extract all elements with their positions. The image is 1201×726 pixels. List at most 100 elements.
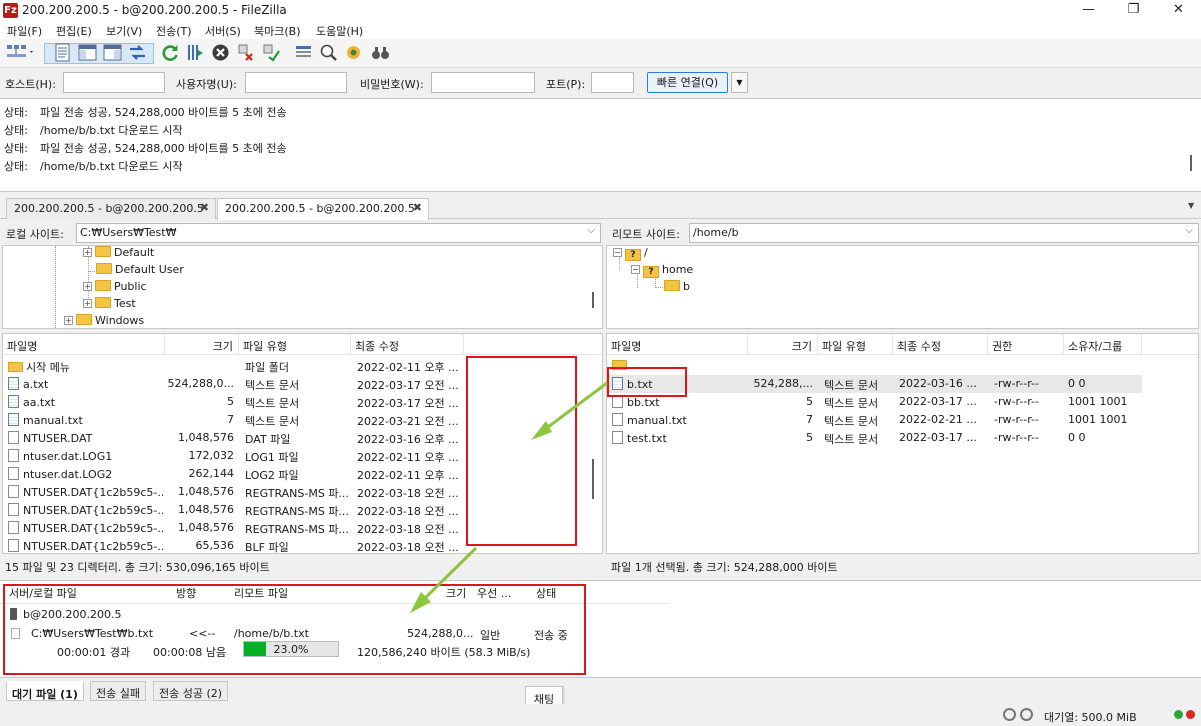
expand-icon[interactable]: + xyxy=(83,248,92,257)
tree-node[interactable]: + Windows xyxy=(64,314,144,328)
table-row-selected[interactable]: b.txt 524,288,... 텍스트 문서 2022-03-16 ... -rw-… xyxy=(607,375,1142,393)
file-icon xyxy=(8,449,19,462)
table-row[interactable]: manual.txt 7 텍스트 문서 2022-02-21 ... -rw-r--r-… xyxy=(607,411,1142,429)
file-list-scrollbar[interactable] xyxy=(592,459,594,499)
sync-browse-icon[interactable] xyxy=(343,42,364,63)
file-size: 524,288,0... xyxy=(167,377,234,390)
file-size: 1,048,576 xyxy=(178,521,234,534)
table-row[interactable]: ntuser.dat.LOG1 172,032 LOG1 파일 2022-02-11 … xyxy=(3,447,464,465)
table-row[interactable]: NTUSER.DAT{1c2b59c5-... 1,048,576 REGTRANS… xyxy=(3,483,464,501)
tree-node[interactable]: + Public xyxy=(83,280,147,296)
disconnect-icon[interactable] xyxy=(235,42,256,63)
minimize-button[interactable]: — xyxy=(1066,0,1111,21)
process-queue-icon[interactable] xyxy=(185,42,206,63)
table-row[interactable]: 시작 메뉴 파일 폴더 2022-02-11 오후 ... xyxy=(3,357,464,375)
password-input[interactable] xyxy=(431,72,535,93)
remote-directory-tree[interactable]: −? / −? home b xyxy=(606,245,1199,329)
reconnect-icon[interactable] xyxy=(260,42,281,63)
maximize-button[interactable]: ❐ xyxy=(1111,0,1156,21)
remote-path-input[interactable]: /home/b ⌵ xyxy=(689,223,1199,243)
local-directory-tree[interactable]: + Default Default User + Public + Test + Win… xyxy=(2,245,603,329)
speed-limit-icon[interactable] xyxy=(1020,708,1033,721)
tab-close-icon[interactable]: ✖ xyxy=(413,201,422,214)
tree-node[interactable]: b xyxy=(664,280,690,296)
table-row[interactable]: NTUSER.DAT{1c2b59c5-... 1,048,576 REGTRANS… xyxy=(3,501,464,519)
table-row[interactable]: a.txt 524,288,0... 텍스트 문서 2022-03-17 오전 ... xyxy=(3,375,464,393)
transfer-queue-icon[interactable] xyxy=(127,42,148,63)
table-row[interactable]: NTUSER.DAT{1c2b59c5-... 65,536 BLF 파일 2022-… xyxy=(3,537,464,553)
file-type: 텍스트 문서 xyxy=(824,397,879,410)
chevron-down-icon[interactable]: ⌵ xyxy=(1185,225,1193,236)
file-type: 텍스트 문서 xyxy=(245,397,300,410)
remote-tree-icon[interactable] xyxy=(102,42,123,63)
table-row[interactable] xyxy=(607,357,1142,375)
menu-bookmarks[interactable]: 북마크(B) xyxy=(254,23,301,39)
column-permissions[interactable]: 권한 xyxy=(988,334,1064,355)
table-row[interactable]: NTUSER.DAT{1c2b59c5-... 1,048,576 REGTRANS… xyxy=(3,519,464,537)
tree-node[interactable]: −? / xyxy=(613,246,648,262)
collapse-icon[interactable]: − xyxy=(613,248,622,257)
quickconnect-button[interactable]: 빠른 연결(Q) xyxy=(647,72,728,93)
refresh-icon[interactable] xyxy=(160,42,181,63)
tree-node[interactable]: Default User xyxy=(96,263,184,279)
local-tree-icon[interactable] xyxy=(77,42,98,63)
settings-gear-icon[interactable] xyxy=(1003,708,1016,721)
port-input[interactable] xyxy=(591,72,634,93)
table-row[interactable]: test.txt 5 텍스트 문서 2022-03-17 ... -rw-r--r-- 0… xyxy=(607,429,1142,447)
column-size[interactable]: 크기 xyxy=(748,334,818,355)
table-row[interactable]: bb.txt 5 텍스트 문서 2022-03-17 ... -rw-r--r-- 100… xyxy=(607,393,1142,411)
file-name: 시작 메뉴 xyxy=(26,361,70,374)
column-owner-group[interactable]: 소유자/그룹 xyxy=(1064,334,1142,355)
expand-icon[interactable]: + xyxy=(83,282,92,291)
file-type: REGTRANS-MS 파... xyxy=(245,487,349,500)
tree-node[interactable]: −? home xyxy=(631,263,693,279)
search-icon[interactable] xyxy=(370,42,391,63)
log-scrollbar[interactable] xyxy=(1190,155,1192,171)
tab-successful-transfers[interactable]: 전송 성공 (2) xyxy=(153,681,229,701)
cancel-icon[interactable] xyxy=(210,42,231,63)
chevron-down-icon[interactable]: ⌵ xyxy=(587,225,595,236)
menu-view[interactable]: 보기(V) xyxy=(106,23,142,39)
tab-list-dropdown-icon[interactable]: ▼ xyxy=(1188,201,1194,210)
username-input[interactable] xyxy=(245,72,347,93)
site-manager-icon[interactable] xyxy=(5,42,35,63)
column-filetype[interactable]: 파일 유형 xyxy=(239,334,351,355)
file-name: NTUSER.DAT{1c2b59c5-... xyxy=(23,486,163,499)
text-file-icon xyxy=(8,395,19,408)
file-type: 텍스트 문서 xyxy=(245,415,300,428)
connection-tab[interactable]: 200.200.200.5 - b@200.200.200.5 ✖ xyxy=(6,198,216,219)
table-row[interactable]: ntuser.dat.LOG2 262,144 LOG2 파일 2022-02-11 … xyxy=(3,465,464,483)
quickconnect-history-dropdown[interactable]: ▼ xyxy=(731,72,748,93)
message-log[interactable]: 상태: 파일 전송 성공, 524,288,000 바이트를 5 초에 전송 상태… xyxy=(0,98,1201,192)
table-row[interactable]: NTUSER.DAT 1,048,576 DAT 파일 2022-03-16 오후 .… xyxy=(3,429,464,447)
local-path-input[interactable]: C:₩Users₩Test₩ ⌵ xyxy=(76,223,601,243)
remote-file-list[interactable]: 파일명 크기 파일 유형 최종 수정 권한 소유자/그룹 ^ b.txt 524,… xyxy=(606,333,1199,554)
tree-node[interactable]: + Default xyxy=(83,246,154,262)
menu-edit[interactable]: 편집(E) xyxy=(56,23,92,39)
connection-tab-active[interactable]: 200.200.200.5 - b@200.200.200.5 ✖ xyxy=(217,198,429,220)
column-size[interactable]: 크기 xyxy=(165,334,239,355)
table-row[interactable]: manual.txt 7 텍스트 문서 2022-03-21 오전 ... xyxy=(3,411,464,429)
expand-icon[interactable]: + xyxy=(64,316,73,325)
tab-failed-transfers[interactable]: 전송 실패 xyxy=(90,681,146,701)
menu-transfer[interactable]: 전송(T) xyxy=(156,23,192,39)
table-row[interactable]: aa.txt 5 텍스트 문서 2022-03-17 오전 ... xyxy=(3,393,464,411)
column-filetype[interactable]: 파일 유형 xyxy=(818,334,893,355)
compare-icon[interactable] xyxy=(318,42,339,63)
column-modified[interactable]: 최종 수정 xyxy=(893,334,988,355)
tree-scrollbar[interactable] xyxy=(592,292,594,308)
directory-filter-icon[interactable] xyxy=(293,42,314,63)
message-log-icon[interactable] xyxy=(52,42,73,63)
tree-node[interactable]: + Test xyxy=(83,297,136,313)
close-window-button[interactable]: ✕ xyxy=(1156,0,1201,21)
tab-close-icon[interactable]: ✖ xyxy=(200,201,209,214)
collapse-icon[interactable]: − xyxy=(631,265,640,274)
expand-icon[interactable]: + xyxy=(83,299,92,308)
menu-help[interactable]: 도움말(H) xyxy=(316,23,363,39)
menu-file[interactable]: 파일(F) xyxy=(7,23,42,39)
tab-queued-files[interactable]: 대기 파일 (1) xyxy=(6,681,84,701)
menu-server[interactable]: 서버(S) xyxy=(205,23,241,39)
host-input[interactable] xyxy=(63,72,165,93)
file-icon xyxy=(8,431,19,444)
column-modified[interactable]: 최종 수정 xyxy=(351,334,464,355)
